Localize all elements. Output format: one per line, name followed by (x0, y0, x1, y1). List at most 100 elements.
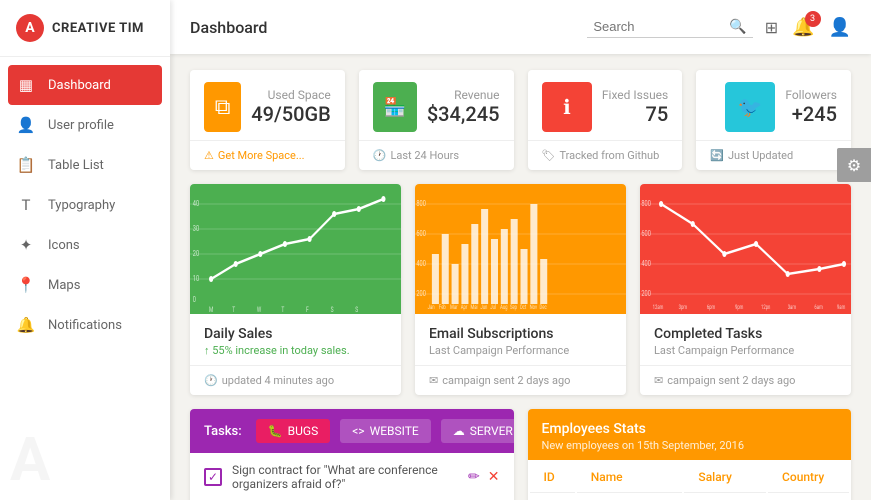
revenue-label: Revenue (427, 88, 500, 102)
employees-title: Employees Stats (542, 421, 838, 437)
sidebar-logo: A CREATIVE TIM (0, 0, 170, 57)
table-row: 1 Dakota Rice $36,738 Niger (530, 495, 850, 500)
search-input[interactable] (593, 19, 723, 34)
svg-text:800: 800 (416, 199, 426, 208)
daily-sales-chart: 40 30 20 10 0 (190, 184, 401, 314)
svg-text:Jul: Jul (490, 304, 496, 311)
clock-icon: 🕐 (373, 149, 387, 162)
stat-cards: ⧉ Used Space 49/50GB ⚠ Get More Space...… (190, 70, 851, 170)
employees-card: Employees Stats New employees on 15th Se… (528, 409, 852, 500)
server-tab[interactable]: ☁ SERVER (441, 419, 514, 443)
row-country: Niger (768, 495, 849, 500)
website-tab[interactable]: <> WEBSITE (340, 419, 431, 443)
svg-text:Nov: Nov (530, 304, 538, 311)
followers-label: Followers (785, 88, 837, 102)
task-item: ✓ Sign contract for "What are conference… (190, 453, 514, 500)
tag-icon: 🏷 (542, 149, 556, 162)
svg-text:12am: 12am (653, 304, 664, 311)
server-tab-label: SERVER (470, 424, 513, 438)
email-subs-chart: 800 600 400 200 (415, 184, 626, 314)
search-box[interactable]: 🔍 (587, 17, 752, 38)
svg-text:W: W (257, 306, 262, 314)
svg-text:30: 30 (193, 224, 199, 233)
nav-icon-user-profile: 👤 (16, 116, 36, 134)
sidebar-item-user-profile[interactable]: 👤User profile (0, 105, 170, 145)
bugs-tab-label: BUGS (288, 424, 319, 438)
nav-icon-table-list: 📋 (16, 156, 36, 174)
nav-label-dashboard: Dashboard (48, 78, 111, 93)
svg-text:9pm: 9pm (735, 304, 744, 311)
bugs-tab[interactable]: 🐛 BUGS (256, 419, 331, 443)
completed-tasks-info: Completed Tasks Last Campaign Performanc… (640, 314, 851, 365)
nav-icon-notifications: 🔔 (16, 316, 36, 334)
issues-label: Fixed Issues (602, 88, 668, 102)
chart-completed-tasks: 800 600 400 200 12am (640, 184, 851, 395)
task-checkbox[interactable]: ✓ (204, 468, 222, 486)
issues-footer: Tracked from Github (559, 149, 659, 162)
svg-text:6pm: 6pm (707, 304, 716, 311)
svg-text:20: 20 (193, 249, 199, 258)
col-salary: Salary (684, 462, 766, 493)
nav-icon-typography: T (16, 196, 36, 214)
svg-text:Oct: Oct (520, 304, 527, 311)
mail-icon-2: ✉ (654, 374, 663, 387)
sidebar-item-icons[interactable]: ✦Icons (0, 225, 170, 265)
task-actions: ✏ ✕ (468, 469, 499, 485)
tasks-tabs: Tasks: 🐛 BUGS <> WEBSITE ☁ SERVER (190, 409, 514, 453)
sidebar: A CREATIVE TIM ▦Dashboard👤User profile📋T… (0, 0, 170, 500)
row-id: 1 (530, 495, 575, 500)
delete-icon[interactable]: ✕ (488, 469, 500, 485)
svg-text:Dec: Dec (539, 304, 546, 311)
sidebar-item-typography[interactable]: T Typography (0, 185, 170, 225)
space-value: 49/50GB (251, 102, 331, 126)
sidebar-nav: ▦ Dashboard 👤User profile📋Table List T Typog… (0, 57, 170, 500)
sidebar-item-maps[interactable]: 📍Maps (0, 265, 170, 305)
mail-icon: ✉ (429, 374, 438, 387)
svg-text:40: 40 (193, 199, 199, 208)
space-icon: ⧉ (204, 82, 241, 132)
nav-icon-dashboard: ▦ (16, 76, 36, 94)
daily-sales-subtitle: ↑ 55% increase in today sales. (204, 344, 387, 357)
search-icon[interactable]: 🔍 (729, 19, 746, 35)
warning-icon: ⚠ (204, 149, 214, 162)
email-subs-footer: ✉ campaign sent 2 days ago (415, 365, 626, 395)
chart-daily-sales: 40 30 20 10 0 (190, 184, 401, 395)
content: ⧉ Used Space 49/50GB ⚠ Get More Space...… (170, 54, 871, 500)
svg-text:0: 0 (193, 295, 196, 304)
grid-icon[interactable]: ⊞ (765, 18, 778, 37)
refresh-icon: 🔄 (710, 149, 724, 162)
revenue-icon: 🏪 (373, 82, 417, 132)
stat-card-space: ⧉ Used Space 49/50GB ⚠ Get More Space... (190, 70, 345, 170)
svg-text:Sep: Sep (510, 304, 517, 311)
employees-table: ID Name Salary Country 1 Dakota Rice $36… (528, 460, 852, 500)
space-footer[interactable]: Get More Space... (218, 149, 305, 162)
issues-value: 75 (602, 102, 668, 126)
svg-text:S: S (355, 306, 358, 314)
settings-button[interactable]: ⚙ (837, 148, 871, 182)
sidebar-item-dashboard[interactable]: ▦ Dashboard (8, 65, 162, 105)
col-country: Country (768, 462, 849, 493)
email-subs-subtitle: Last Campaign Performance (429, 344, 612, 357)
edit-icon[interactable]: ✏ (468, 469, 480, 485)
svg-text:3pm: 3pm (679, 304, 688, 311)
employees-subtitle: New employees on 15th September, 2016 (542, 439, 838, 452)
revenue-footer: Last 24 Hours (390, 149, 459, 162)
col-id: ID (530, 462, 575, 493)
completed-tasks-subtitle: Last Campaign Performance (654, 344, 837, 357)
page-title: Dashboard (190, 18, 575, 37)
svg-text:600: 600 (416, 229, 426, 238)
sidebar-item-table-list[interactable]: 📋Table List (0, 145, 170, 185)
notifications-button[interactable]: 🔔 3 (792, 17, 814, 38)
svg-text:F: F (306, 306, 309, 314)
issues-icon: ℹ (542, 82, 592, 132)
email-subs-title: Email Subscriptions (429, 326, 612, 342)
user-avatar-icon[interactable]: 👤 (829, 17, 851, 38)
row-name: Dakota Rice (577, 495, 683, 500)
cloud-icon: ☁ (453, 424, 465, 438)
nav-label-typography: Typography (48, 198, 115, 213)
svg-text:Mar: Mar (450, 304, 458, 311)
tasks-label: Tasks: (204, 424, 242, 439)
bug-icon: 🐛 (268, 424, 283, 438)
sidebar-item-notifications[interactable]: 🔔Notifications (0, 305, 170, 345)
daily-sales-footer: 🕐 updated 4 minutes ago (190, 365, 401, 395)
